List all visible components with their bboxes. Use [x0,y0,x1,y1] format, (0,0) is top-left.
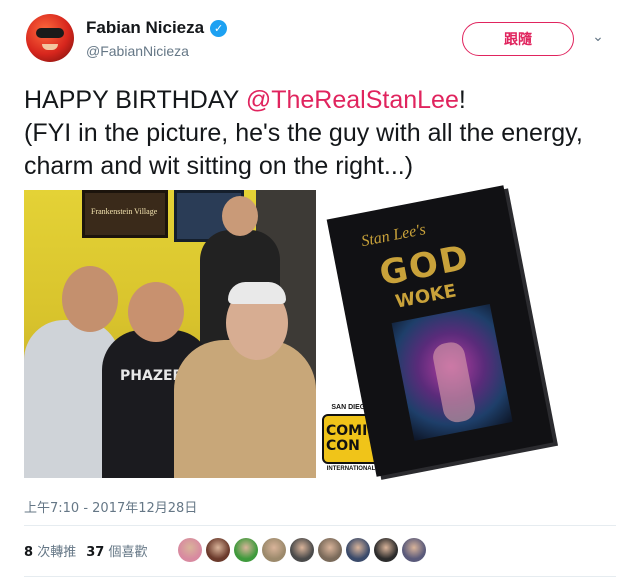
tweet-text-suffix: ! [458,86,466,114]
liker-avatar[interactable] [402,538,426,562]
liker-avatars [178,538,426,562]
tweet-photo[interactable]: Frankenstein Village PHAZER [24,190,316,478]
liker-avatar[interactable] [234,538,258,562]
liker-avatar[interactable] [346,538,370,562]
tweet-mention-link[interactable]: @TheRealStanLee [246,86,459,114]
wall-poster-text: Frankenstein Village [91,207,158,216]
avatar-mouth-shape [42,44,58,50]
verified-badge-icon: ✓ [210,19,228,37]
tweet-text: HAPPY BIRTHDAY @TheRealStanLee! (FYI in … [24,84,614,183]
wall-poster: Frankenstein Village [82,190,168,238]
tweet-text-prefix: HAPPY BIRTHDAY [24,86,246,114]
liker-avatar[interactable] [262,538,286,562]
retweets-label: 次轉推 [37,545,77,560]
liker-avatar[interactable] [374,538,398,562]
likes-label: 個喜歡 [108,545,148,560]
divider [24,576,616,577]
likes-count: 37 [86,545,105,560]
book-cover-art [391,304,513,441]
author-avatar[interactable] [26,14,74,62]
photo-person-kid-head [222,196,258,236]
photo-person-right-hair [228,282,286,304]
photo-person-right-body [174,340,316,478]
author-display-name[interactable]: Fabian Nicieza [86,18,204,38]
tweet-stats: 8 次轉推 37 個喜歡 [24,541,147,560]
tweet-text-line2: (FYI in the picture, he's the guy with a… [24,119,583,180]
chevron-down-icon[interactable]: ⌄ [590,28,606,44]
liker-avatar[interactable] [206,538,230,562]
liker-avatar[interactable] [178,538,202,562]
photo-person-left-head [62,266,118,332]
follow-button[interactable]: 跟隨 [462,22,574,56]
retweets-count: 8 [24,545,34,560]
liker-avatar[interactable] [290,538,314,562]
retweets-stat[interactable]: 8 次轉推 [24,541,76,560]
avatar-mask-shape [36,28,64,38]
liker-avatar[interactable] [318,538,342,562]
author-handle[interactable]: @FabianNicieza [86,43,189,59]
likes-stat[interactable]: 37 個喜歡 [86,541,147,560]
tweet-timestamp[interactable]: 上午7:10 - 2017年12月28日 [24,497,197,516]
divider [24,525,616,526]
comic-con-bottom-text: INTERNATIONAL [326,466,376,472]
photo-person-middle-head [128,282,184,342]
comic-con-word-con: CON [326,438,360,454]
author-name-row: Fabian Nicieza ✓ [86,18,228,38]
